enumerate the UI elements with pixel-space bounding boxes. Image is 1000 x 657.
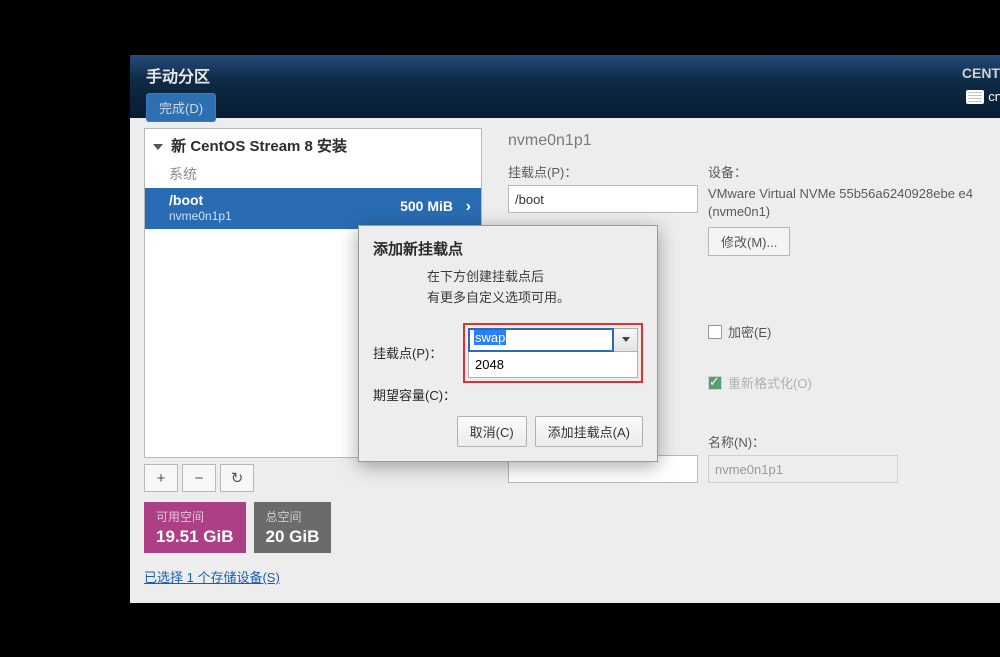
reformat-label: 重新格式化(O)	[728, 373, 812, 392]
keyboard-icon	[966, 90, 984, 104]
modify-device-button[interactable]: 修改(M)...	[708, 227, 790, 256]
highlighted-input-group: swap	[463, 323, 643, 383]
total-space-value: 20 GiB	[266, 527, 320, 547]
reformat-checkbox	[708, 376, 722, 390]
caret-down-icon	[153, 144, 163, 150]
header-bar: 手动分区 完成(D) CENT cn	[130, 55, 1000, 118]
mount-combobox-input[interactable]: swap	[468, 328, 614, 352]
partition-action-row: + − ↻	[144, 464, 482, 492]
mount-value-selected: swap	[474, 330, 506, 345]
page-title: 手动分区	[146, 63, 984, 87]
header-right: CENT cn	[962, 65, 1000, 109]
capacity-input[interactable]	[468, 352, 638, 378]
add-partition-button[interactable]: +	[144, 464, 178, 492]
dialog-title: 添加新挂载点	[373, 238, 643, 259]
remove-partition-button[interactable]: −	[182, 464, 216, 492]
tree-install-title: 新 CentOS Stream 8 安装	[171, 138, 347, 155]
available-space-box: 可用空间 19.51 GiB	[144, 502, 246, 553]
available-space-value: 19.51 GiB	[156, 527, 234, 547]
keyboard-indicator[interactable]: cn	[966, 89, 1000, 104]
dialog-sub-line1: 在下方创建挂载点后	[427, 267, 643, 288]
distro-label: CENT	[962, 65, 1000, 81]
partition-size: 500 MiB	[400, 198, 453, 214]
mount-combobox: swap	[468, 328, 638, 352]
chevron-down-icon	[622, 337, 630, 342]
mount-dropdown-button[interactable]	[614, 328, 638, 352]
cancel-button[interactable]: 取消(C)	[457, 416, 527, 447]
reformat-checkbox-row: 重新格式化(O)	[708, 373, 1000, 392]
reload-button[interactable]: ↻	[220, 464, 254, 492]
total-space-label: 总空间	[266, 508, 320, 525]
dialog-subtitle: 在下方创建挂载点后 有更多自定义选项可用。	[373, 267, 643, 309]
add-mountpoint-button[interactable]: 添加挂载点(A)	[535, 416, 643, 447]
tree-system-label: 系统	[145, 162, 481, 188]
total-space-box: 总空间 20 GiB	[254, 502, 332, 553]
encrypt-checkbox-row[interactable]: 加密(E)	[708, 322, 1000, 341]
tree-install-header[interactable]: 新 CentOS Stream 8 安装	[145, 129, 481, 162]
selected-device-title: nvme0n1p1	[508, 132, 1000, 150]
name-input	[708, 455, 898, 483]
encrypt-label: 加密(E)	[728, 322, 771, 341]
name-label: 名称(N)：	[708, 432, 1000, 451]
dialog-button-row: 取消(C) 添加挂载点(A)	[373, 416, 643, 447]
mount-point-label: 挂载点(P)：	[508, 162, 708, 181]
partition-item-boot[interactable]: /boot nvme0n1p1 500 MiB ›	[145, 188, 481, 229]
device-label: 设备：	[708, 162, 1000, 181]
storage-devices-link[interactable]: 已选择 1 个存储设备(S)	[144, 567, 280, 586]
available-space-label: 可用空间	[156, 508, 234, 525]
keyboard-layout-text: cn	[988, 89, 1000, 104]
device-description: VMware Virtual NVMe 55b56a6240928ebe e4 …	[708, 185, 1000, 221]
encrypt-checkbox[interactable]	[708, 325, 722, 339]
chevron-right-icon: ›	[466, 198, 471, 216]
dialog-mount-label: 挂载点(P)：	[373, 343, 463, 362]
dialog-capacity-label: 期望容量(C)：	[373, 385, 463, 404]
mount-point-input[interactable]	[508, 185, 698, 213]
add-mountpoint-dialog: 添加新挂载点 在下方创建挂载点后 有更多自定义选项可用。 挂载点(P)： swa…	[358, 225, 658, 462]
dialog-sub-line2: 有更多自定义选项可用。	[427, 288, 643, 309]
space-summary: 可用空间 19.51 GiB 总空间 20 GiB	[144, 502, 482, 553]
